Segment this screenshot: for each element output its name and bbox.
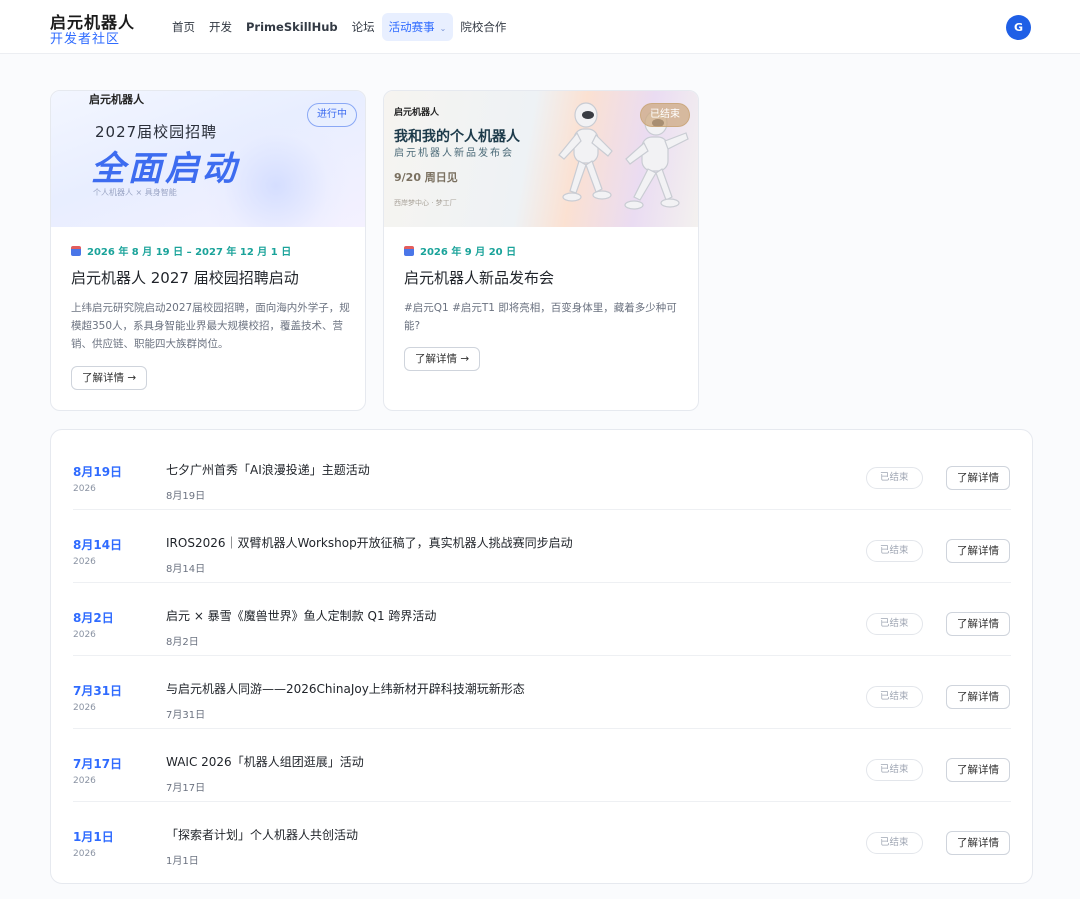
calendar-icon	[404, 246, 414, 256]
event-card-product-launch[interactable]: 启元机器人 我和我的个人机器人 启元机器人新品发布会 9/20 周日见 西岸梦中…	[383, 90, 699, 411]
event-subdate: 8月14日	[166, 564, 206, 575]
banner-headline: 2027届校园招聘	[95, 123, 218, 141]
card-date: 2026 年 9 月 20 日	[404, 243, 516, 258]
banner-venue: 西岸梦中心 · 梦工厂	[394, 199, 457, 207]
nav-item-events[interactable]: 活动赛事 ⌄	[381, 13, 454, 41]
card-date: 2026 年 8 月 19 日 – 2027 年 12 月 1 日	[71, 243, 291, 258]
banner-headline: 我和我的个人机器人	[394, 129, 520, 145]
status-badge: 已结束	[866, 686, 923, 708]
banner-brand: 启元机器人	[394, 108, 440, 118]
event-subdate: 7月17日	[166, 783, 206, 794]
nav-item-events-label: 活动赛事	[388, 20, 435, 34]
learn-more-button[interactable]: 了解详情	[946, 612, 1010, 636]
card-date-text: 2026 年 8 月 19 日 – 2027 年 12 月 1 日	[87, 247, 292, 258]
event-date: 8月14日	[73, 538, 123, 552]
banner-subtitle: 启元机器人新品发布会	[394, 148, 514, 159]
nav-item-home[interactable]: 首页	[165, 13, 202, 41]
site-logo[interactable]: 启元机器人 开发者社区	[50, 9, 160, 47]
event-row[interactable]: 7月31日 2026 与启元机器人同游——2026ChinaJoy上纬新材开辟科…	[73, 656, 1011, 729]
status-badge: 已结束	[866, 540, 923, 562]
event-year: 2026	[73, 849, 96, 859]
status-badge: 进行中	[307, 103, 357, 127]
status-badge: 已结束	[866, 759, 923, 781]
event-date: 1月1日	[73, 830, 114, 844]
event-subdate: 8月2日	[166, 637, 199, 648]
card-title[interactable]: 启元机器人新品发布会	[404, 267, 554, 288]
event-year: 2026	[73, 703, 96, 713]
card-banner: 启元机器人 2027届校园招聘 全面启动 个人机器人 × 具身智能 进行中	[51, 91, 365, 227]
event-row[interactable]: 8月14日 2026 IROS2026｜双臂机器人Workshop开放征稿了，真…	[73, 510, 1011, 583]
status-badge: 已结束	[866, 467, 923, 489]
user-avatar[interactable]: G	[1006, 15, 1031, 40]
event-card-campus-recruit[interactable]: 启元机器人 2027届校园招聘 全面启动 个人机器人 × 具身智能 进行中 20…	[50, 90, 366, 411]
card-description: 上纬启元研究院启动2027届校园招聘，面向海内外学子，规模超350人，系具身智能…	[71, 302, 350, 350]
event-title[interactable]: 启元 × 暴雪《魔兽世界》鱼人定制款 Q1 跨界活动	[166, 607, 436, 624]
learn-more-button[interactable]: 了解详情	[946, 758, 1010, 782]
status-badge: 已结束	[866, 613, 923, 635]
learn-more-button[interactable]: 了解详情 →	[404, 347, 481, 371]
event-date: 8月19日	[73, 465, 123, 479]
nav-item-forum[interactable]: 论坛	[345, 13, 382, 41]
event-title[interactable]: 与启元机器人同游——2026ChinaJoy上纬新材开辟科技潮玩新形态	[166, 680, 525, 697]
event-year: 2026	[73, 557, 96, 567]
main-nav: 首页 开发 PrimeSkillHub 论坛 活动赛事 ⌄ 院校合作	[165, 13, 513, 41]
nav-item-develop[interactable]: 开发	[202, 13, 239, 41]
event-row[interactable]: 8月19日 2026 七夕广州首秀「AI浪漫投递」主题活动 8月19日 已结束 …	[73, 437, 1011, 510]
learn-more-button[interactable]: 了解详情	[946, 831, 1010, 855]
learn-more-button[interactable]: 了解详情	[946, 466, 1010, 490]
event-subdate: 7月31日	[166, 710, 206, 721]
event-row[interactable]: 7月17日 2026 WAIC 2026「机器人组团逛展」活动 7月17日 已结…	[73, 729, 1011, 802]
event-row[interactable]: 1月1日 2026 「探索者计划」个人机器人共创活动 1月1日 已结束 了解详情	[73, 802, 1011, 875]
nav-item-university[interactable]: 院校合作	[453, 13, 513, 41]
event-title[interactable]: IROS2026｜双臂机器人Workshop开放征稿了，真实机器人挑战赛同步启动	[166, 534, 573, 551]
event-subdate: 8月19日	[166, 491, 206, 502]
card-banner: 启元机器人 我和我的个人机器人 启元机器人新品发布会 9/20 周日见 西岸梦中…	[384, 91, 698, 227]
banner-date: 9/20 周日见	[394, 171, 458, 184]
event-date: 8月2日	[73, 611, 114, 625]
logo-subtitle: 开发者社区	[50, 32, 121, 47]
banner-tagline: 个人机器人 × 具身智能	[93, 188, 177, 197]
calendar-icon	[71, 246, 81, 256]
event-title[interactable]: WAIC 2026「机器人组团逛展」活动	[166, 753, 364, 770]
banner-big-text: 全面启动	[91, 149, 239, 189]
status-badge: 已结束	[866, 832, 923, 854]
top-header: 启元机器人 开发者社区 首页 开发 PrimeSkillHub 论坛 活动赛事 ⌄…	[0, 0, 1080, 54]
chevron-down-icon: ⌄	[439, 24, 447, 33]
event-title[interactable]: 「探索者计划」个人机器人共创活动	[166, 826, 358, 843]
event-subdate: 1月1日	[166, 856, 199, 867]
event-row[interactable]: 8月2日 2026 启元 × 暴雪《魔兽世界》鱼人定制款 Q1 跨界活动 8月2…	[73, 583, 1011, 656]
nav-item-primeskillhub[interactable]: PrimeSkillHub	[239, 13, 345, 41]
event-title[interactable]: 七夕广州首秀「AI浪漫投递」主题活动	[166, 461, 370, 478]
card-title[interactable]: 启元机器人 2027 届校园招聘启动	[71, 267, 299, 288]
event-year: 2026	[73, 630, 96, 640]
learn-more-button[interactable]: 了解详情	[946, 685, 1010, 709]
event-list: 8月19日 2026 七夕广州首秀「AI浪漫投递」主题活动 8月19日 已结束 …	[50, 429, 1033, 884]
event-year: 2026	[73, 776, 96, 786]
event-year: 2026	[73, 484, 96, 494]
banner-brand: 启元机器人	[89, 93, 144, 106]
card-description: #启元Q1 #启元T1 即将亮相，百变身体里，藏着多少种可能?	[404, 302, 677, 332]
learn-more-button[interactable]: 了解详情 →	[71, 366, 148, 390]
event-date: 7月31日	[73, 684, 123, 698]
status-badge: 已结束	[640, 103, 690, 127]
learn-more-button[interactable]: 了解详情	[946, 539, 1010, 563]
event-date: 7月17日	[73, 757, 123, 771]
card-date-text: 2026 年 9 月 20 日	[420, 247, 517, 258]
